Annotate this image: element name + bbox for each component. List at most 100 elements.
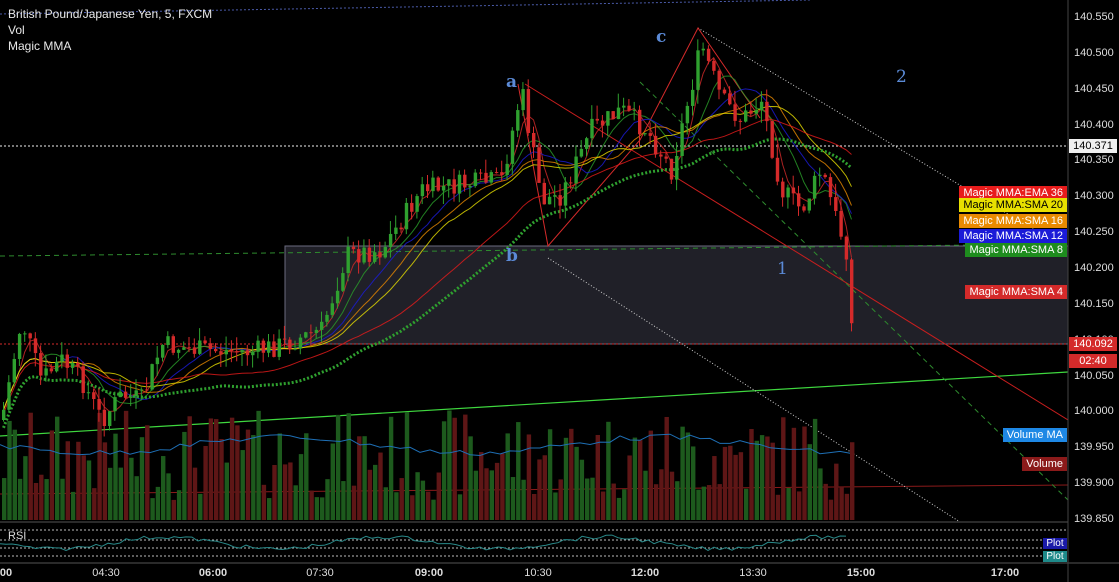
candle-body xyxy=(850,259,854,324)
candle-body xyxy=(828,177,833,198)
volume-bar xyxy=(532,493,537,520)
candle-body xyxy=(415,196,419,212)
candle-body xyxy=(129,396,133,398)
volume-bar xyxy=(102,442,108,520)
volume-bar xyxy=(786,487,791,520)
candle-body xyxy=(92,392,96,400)
candle-body xyxy=(611,111,615,120)
candle-body xyxy=(49,368,54,372)
volume-bar xyxy=(632,437,638,520)
volume-bar xyxy=(510,477,516,520)
candle-body xyxy=(219,351,223,355)
volume-bar xyxy=(277,433,282,520)
candle-body xyxy=(139,389,144,391)
volume-bar xyxy=(113,433,118,520)
candle-body xyxy=(203,340,207,344)
candle-body xyxy=(797,193,801,207)
volume-bar xyxy=(452,417,457,520)
volume-bar xyxy=(76,441,81,520)
volume-bar xyxy=(282,464,288,520)
volume-bar xyxy=(404,412,410,520)
volume-bar xyxy=(738,452,744,520)
volume-bar xyxy=(335,414,341,520)
candle-body xyxy=(632,109,637,111)
volume-bar xyxy=(812,418,818,520)
price-chart[interactable] xyxy=(0,0,1119,582)
candle-body xyxy=(224,350,228,355)
volume-bar xyxy=(81,455,86,520)
volume-bar xyxy=(388,416,394,520)
volume-bar xyxy=(436,472,441,520)
volume-bar xyxy=(749,429,754,520)
candle-body xyxy=(638,109,642,135)
price-tick: 140.200 xyxy=(1074,261,1114,274)
volume-bar xyxy=(744,488,749,520)
ma-line xyxy=(3,56,852,413)
candle-body xyxy=(388,233,393,248)
time-tick: 10:30 xyxy=(524,567,552,579)
candle-body xyxy=(457,174,462,194)
volume-bar xyxy=(12,429,17,520)
volume-bar xyxy=(664,416,669,520)
candle-body xyxy=(86,392,91,394)
price-tick: 140.050 xyxy=(1074,369,1114,382)
volume-bar xyxy=(622,489,627,520)
price-tick: 140.350 xyxy=(1074,154,1114,167)
candle-body xyxy=(473,172,478,187)
candle-body xyxy=(70,362,75,368)
rsi-plot-tag-2: Plot xyxy=(1043,551,1067,562)
candle-body xyxy=(521,89,525,111)
candle-body xyxy=(669,158,674,180)
volume-bar xyxy=(606,421,611,520)
time-tick: 04:30 xyxy=(92,567,120,579)
volume-bar xyxy=(828,499,834,520)
candle-body xyxy=(39,353,43,376)
candle-body xyxy=(441,185,446,191)
price-tick: 140.550 xyxy=(1074,11,1114,23)
candle-body xyxy=(256,340,260,352)
candle-body xyxy=(150,364,154,390)
volume-bar xyxy=(97,412,102,520)
candle-body xyxy=(182,347,186,350)
volume-label: Volume xyxy=(1022,457,1067,471)
candle-body xyxy=(563,182,568,206)
candle-body xyxy=(378,252,382,258)
candle-body xyxy=(2,409,6,420)
candle-body xyxy=(261,340,266,353)
volume-bar xyxy=(145,425,150,520)
volume-bar xyxy=(92,488,97,520)
volume-bar xyxy=(775,494,781,520)
volume-bar xyxy=(844,493,850,520)
candle-body xyxy=(770,121,774,158)
candle-body xyxy=(712,60,716,71)
candle-body xyxy=(505,163,509,175)
volume-bar xyxy=(245,429,251,520)
volume-bar xyxy=(383,487,388,520)
volume-bar xyxy=(765,436,770,520)
red-bottom-line xyxy=(0,484,1068,495)
price-tick: 139.900 xyxy=(1074,477,1114,490)
candle-body xyxy=(383,247,387,258)
candle-body xyxy=(738,120,743,122)
volume-bar xyxy=(39,474,44,520)
candle-body xyxy=(542,182,546,205)
volume-bar xyxy=(722,446,728,520)
volume-bar xyxy=(479,452,484,520)
volume-bar xyxy=(473,470,479,520)
volume-bar xyxy=(547,429,553,520)
volume-bar xyxy=(558,479,563,520)
candle-body xyxy=(643,133,647,135)
candle-body xyxy=(161,344,165,358)
volume-bar xyxy=(267,498,272,520)
volume-bar xyxy=(468,436,473,520)
ma-label-sma16: Magic MMA:SMA 16 xyxy=(959,214,1067,228)
volume-bar xyxy=(675,481,680,520)
price-tick: 139.950 xyxy=(1074,441,1114,454)
volume-bar xyxy=(754,440,759,520)
volume-bar xyxy=(431,499,436,520)
volume-bar xyxy=(272,464,277,520)
volume-bar xyxy=(574,446,579,520)
volume-bar xyxy=(70,491,76,520)
volume-bar xyxy=(563,437,569,520)
volume-bar xyxy=(585,478,590,520)
